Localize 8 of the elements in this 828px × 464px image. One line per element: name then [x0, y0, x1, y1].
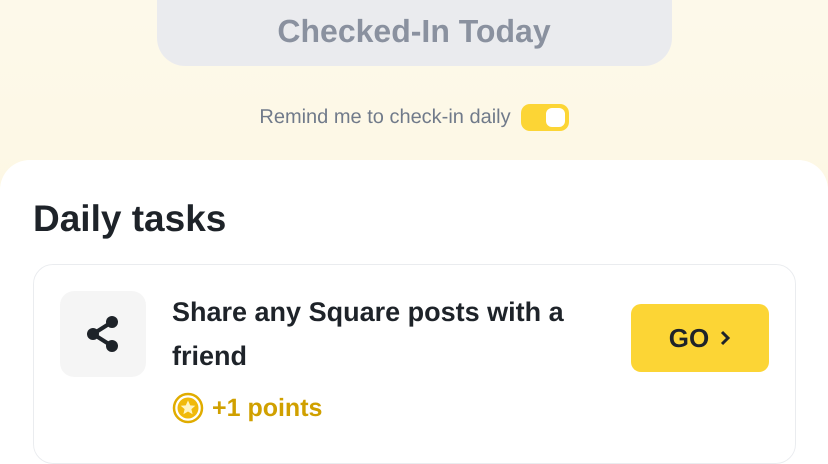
reward-points: +1 points: [212, 394, 322, 422]
go-button[interactable]: GO: [631, 304, 769, 372]
chevron-right-icon: [719, 330, 732, 346]
reminder-label: Remind me to check-in daily: [259, 106, 511, 129]
star-coin-icon: [172, 392, 204, 424]
reminder-toggle[interactable]: [520, 104, 569, 131]
section-title: Daily tasks: [33, 198, 228, 240]
task-title: Share any Square posts with a friend: [172, 296, 565, 373]
